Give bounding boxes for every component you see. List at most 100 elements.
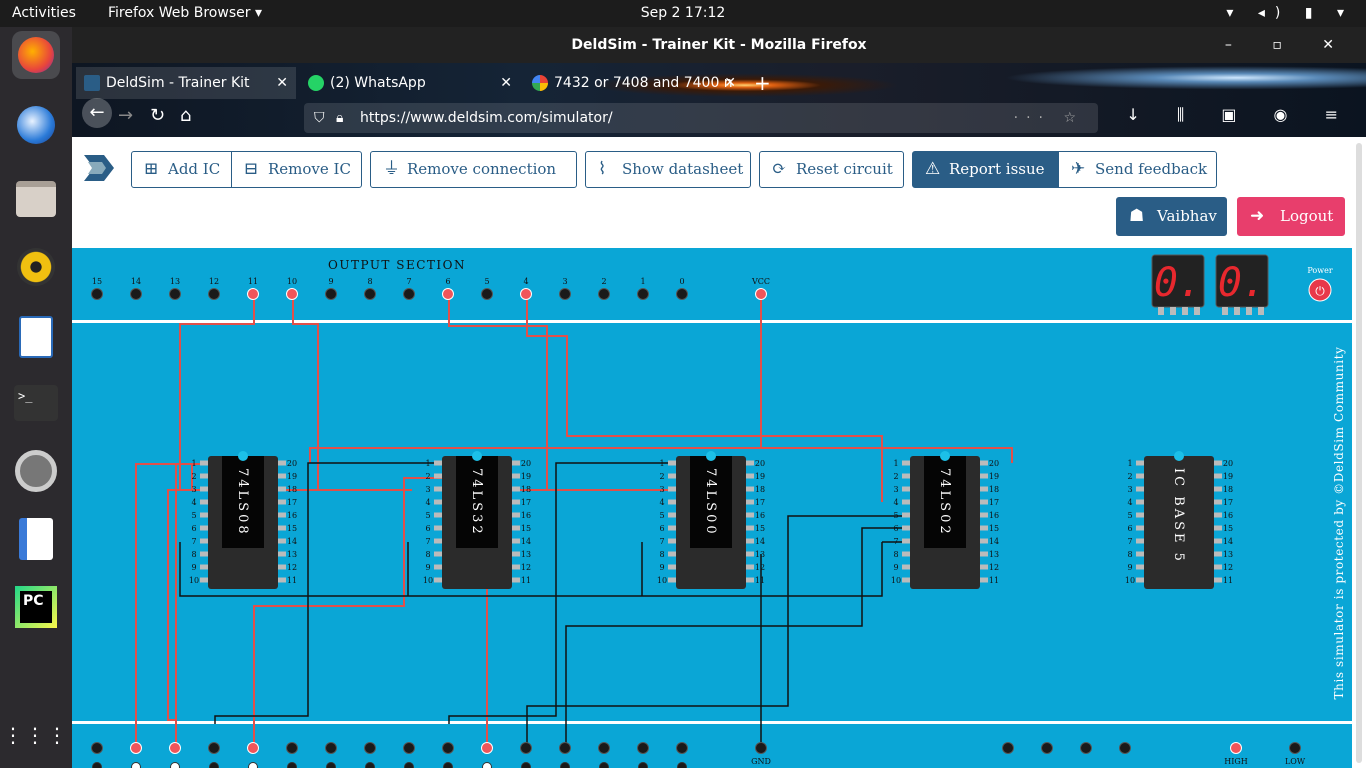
input-switch[interactable]: [520, 742, 532, 754]
forward-button[interactable]: →: [118, 105, 133, 126]
system-tray[interactable]: ▾ ◂) ▮ ▾: [1226, 5, 1354, 21]
input-toggle[interactable]: [92, 762, 102, 768]
input-toggle[interactable]: [521, 762, 531, 768]
output-led[interactable]: [559, 288, 571, 300]
output-led[interactable]: [481, 288, 493, 300]
input-switch[interactable]: [169, 742, 181, 754]
input-toggle[interactable]: [638, 762, 648, 768]
input-toggle[interactable]: [482, 762, 492, 768]
close-tab-icon[interactable]: ✕: [724, 67, 736, 99]
input-switch[interactable]: [403, 742, 415, 754]
input-switch[interactable]: [676, 742, 688, 754]
tab-deldsim[interactable]: DeldSim - Trainer Kit ✕: [76, 67, 296, 99]
input-switch[interactable]: [637, 742, 649, 754]
page-scrollbar[interactable]: [1356, 143, 1362, 763]
settings-icon[interactable]: [12, 447, 60, 495]
output-led[interactable]: [130, 288, 142, 300]
back-button[interactable]: ←: [82, 98, 112, 128]
shield-icon[interactable]: ⛉: [314, 103, 325, 133]
new-tab-button[interactable]: +: [748, 67, 782, 99]
input-toggle[interactable]: [599, 762, 609, 768]
remove-ic-button[interactable]: ⊟ Remove IC: [231, 151, 362, 188]
input-switch[interactable]: [286, 742, 298, 754]
reload-button[interactable]: ↻: [150, 105, 165, 126]
firefox-icon[interactable]: [12, 31, 60, 79]
input-toggle[interactable]: [326, 762, 336, 768]
user-button[interactable]: ☗ Vaibhav: [1116, 197, 1227, 236]
output-led[interactable]: [442, 288, 454, 300]
input-switch[interactable]: [559, 742, 571, 754]
logout-button[interactable]: ➜ Logout: [1237, 197, 1345, 236]
input-toggle[interactable]: [443, 762, 453, 768]
input-toggle[interactable]: [248, 762, 258, 768]
input-switch[interactable]: [364, 742, 376, 754]
thunderbird-icon[interactable]: [12, 101, 60, 149]
display-pin[interactable]: [1170, 307, 1176, 315]
input-switch[interactable]: [325, 742, 337, 754]
close-tab-icon[interactable]: ✕: [276, 67, 288, 99]
reset-circuit-button[interactable]: ⟳ Reset circuit: [759, 151, 904, 188]
remove-connection-button[interactable]: ⏚ Remove connection: [370, 151, 577, 188]
input-switch[interactable]: [481, 742, 493, 754]
output-led[interactable]: [520, 288, 532, 300]
output-led[interactable]: [286, 288, 298, 300]
display-pin[interactable]: [1194, 307, 1200, 315]
input-switch[interactable]: [1080, 742, 1092, 754]
input-switch[interactable]: [1002, 742, 1014, 754]
home-button[interactable]: ⌂: [180, 105, 191, 126]
tab-whatsapp[interactable]: (2) WhatsApp ✕: [300, 67, 520, 99]
gnd-terminal[interactable]: [755, 742, 767, 754]
input-toggle[interactable]: [404, 762, 414, 768]
output-led[interactable]: [637, 288, 649, 300]
window-controls[interactable]: – ▫ ✕: [1225, 27, 1352, 63]
output-led[interactable]: [676, 288, 688, 300]
input-switch[interactable]: [247, 742, 259, 754]
display-pin[interactable]: [1246, 307, 1252, 315]
high-terminal[interactable]: [1230, 742, 1242, 754]
display-pin[interactable]: [1234, 307, 1240, 315]
input-toggle[interactable]: [677, 762, 687, 768]
display-pin[interactable]: [1158, 307, 1164, 315]
url-text[interactable]: https://www.deldsim.com/simulator/: [360, 110, 613, 126]
input-toggle[interactable]: [287, 762, 297, 768]
terminal-icon[interactable]: >_: [12, 379, 60, 427]
tab-google[interactable]: 7432 or 7408 and 7400 n ✕: [524, 67, 744, 99]
send-feedback-button[interactable]: ✈ Send feedback: [1058, 151, 1217, 188]
output-led[interactable]: [91, 288, 103, 300]
clock[interactable]: Sep 2 17:12: [0, 5, 1366, 21]
output-led[interactable]: [208, 288, 220, 300]
toolbar-icons[interactable]: ↓ ⫼ ▣ ◉ ≡: [1126, 105, 1354, 125]
report-issue-button[interactable]: ⚠ Report issue: [912, 151, 1059, 188]
rhythmbox-icon[interactable]: [12, 243, 60, 291]
input-switch[interactable]: [130, 742, 142, 754]
files-icon[interactable]: [12, 175, 60, 223]
display-pin[interactable]: [1222, 307, 1228, 315]
output-led[interactable]: [325, 288, 337, 300]
display-pin[interactable]: [1258, 307, 1264, 315]
input-toggle[interactable]: [365, 762, 375, 768]
input-switch[interactable]: [598, 742, 610, 754]
output-led[interactable]: [403, 288, 415, 300]
input-toggle[interactable]: [209, 762, 219, 768]
close-tab-icon[interactable]: ✕: [500, 67, 512, 99]
input-toggle[interactable]: [170, 762, 180, 768]
input-switch[interactable]: [91, 742, 103, 754]
input-switch[interactable]: [208, 742, 220, 754]
vcc-terminal[interactable]: [755, 288, 767, 300]
writer-icon[interactable]: [12, 313, 60, 361]
url-bar[interactable]: ⛉ 🔒︎ https://www.deldsim.com/simulator/ …: [304, 103, 1098, 133]
display-pin[interactable]: [1182, 307, 1188, 315]
output-led[interactable]: [598, 288, 610, 300]
input-toggle[interactable]: [131, 762, 141, 768]
input-toggle[interactable]: [560, 762, 570, 768]
input-switch[interactable]: [1119, 742, 1131, 754]
input-switch[interactable]: [442, 742, 454, 754]
page-actions-icon[interactable]: ··· ☆: [1014, 103, 1084, 133]
deldsim-logo[interactable]: [82, 153, 116, 183]
low-terminal[interactable]: [1289, 742, 1301, 754]
output-led[interactable]: [364, 288, 376, 300]
output-led[interactable]: [247, 288, 259, 300]
show-apps-icon[interactable]: ⋮⋮⋮: [3, 711, 67, 759]
input-switch[interactable]: [1041, 742, 1053, 754]
output-led[interactable]: [169, 288, 181, 300]
